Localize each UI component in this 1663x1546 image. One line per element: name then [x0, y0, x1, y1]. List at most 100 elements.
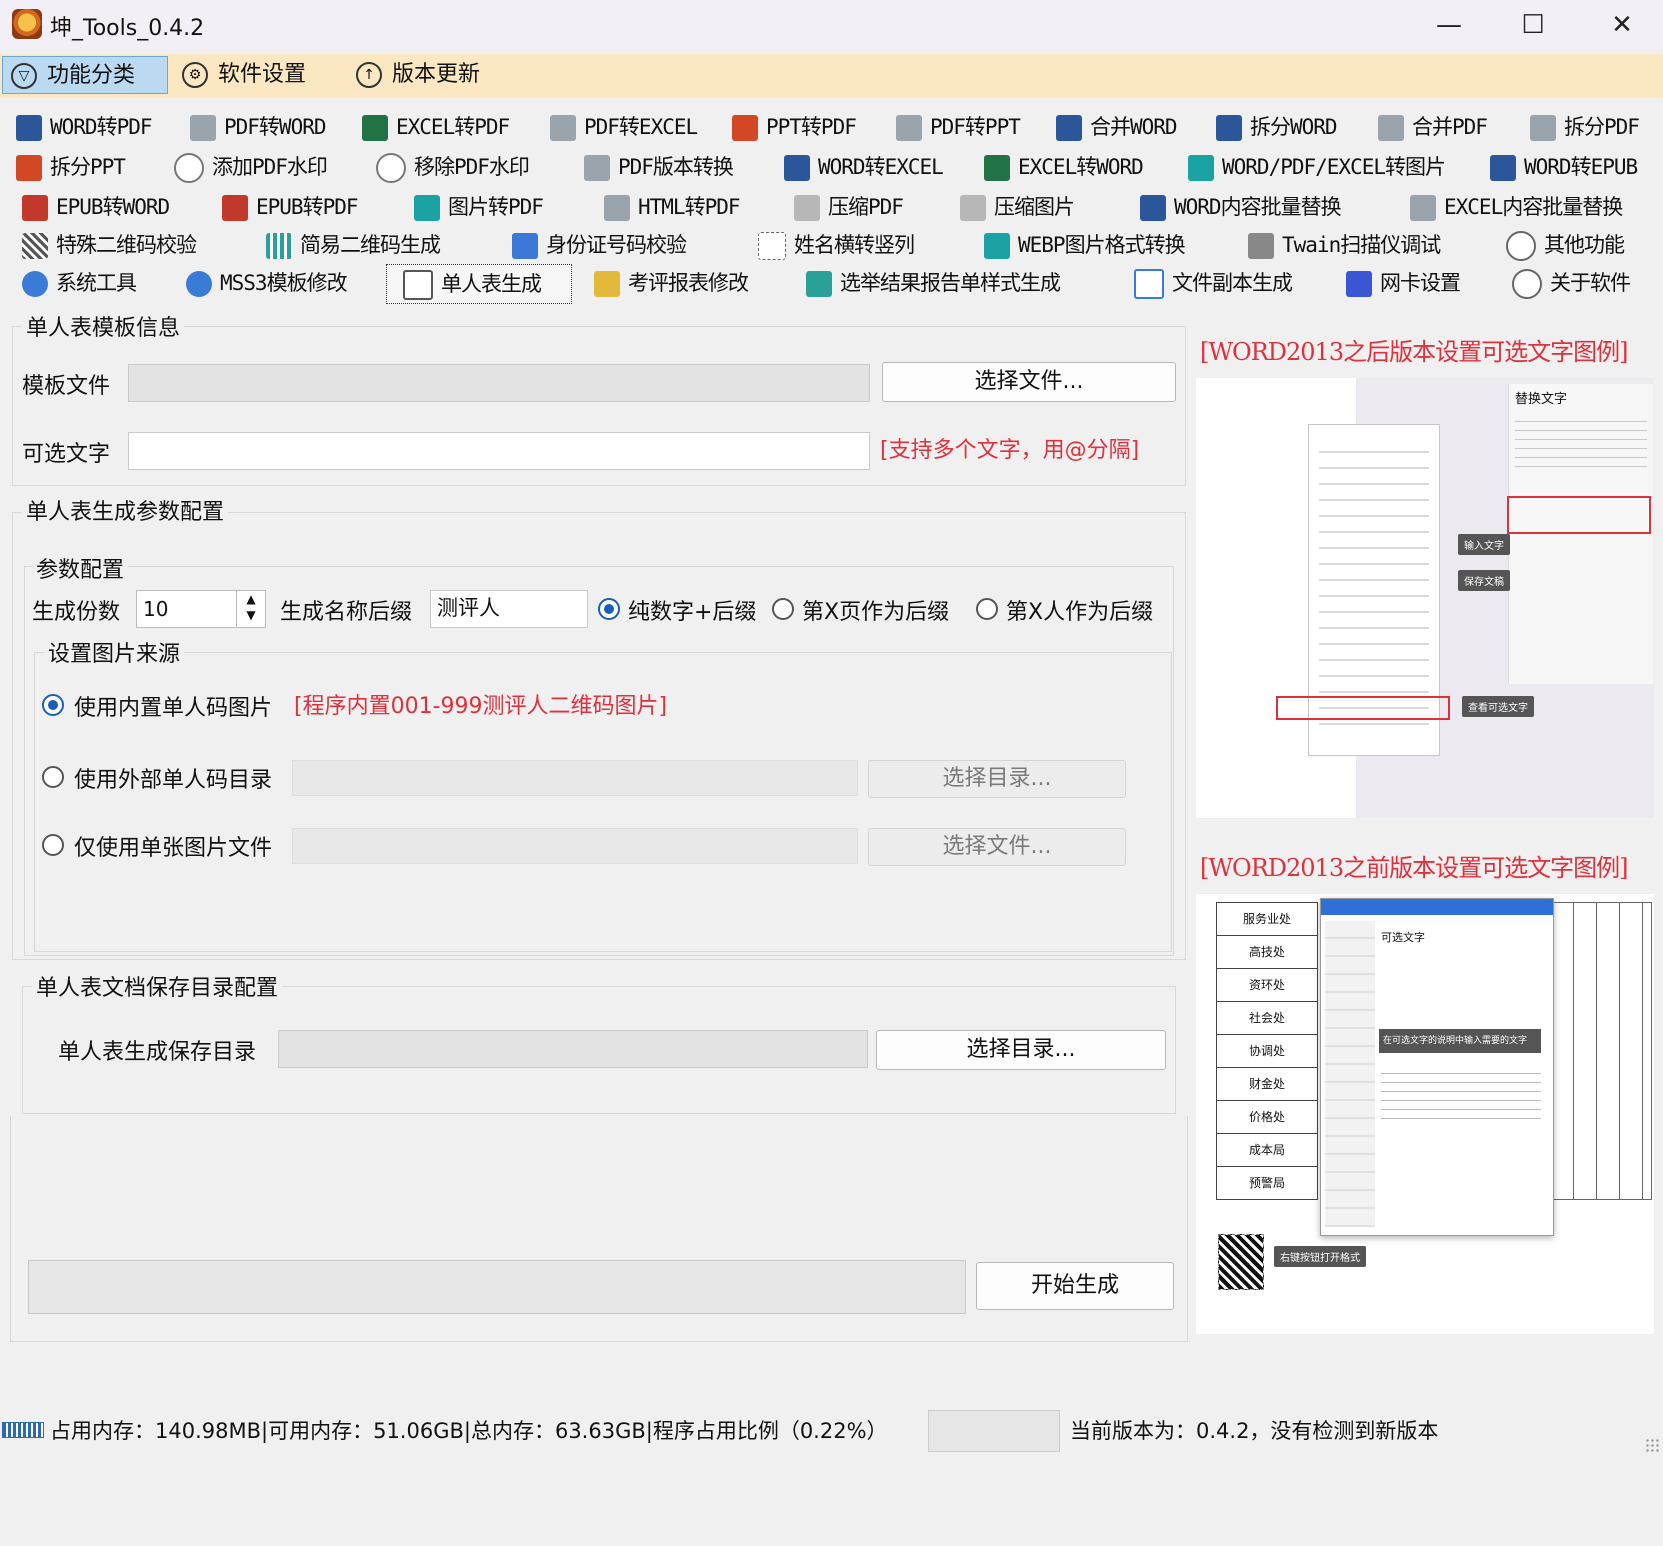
suffix-option-numeric-radio[interactable] [598, 598, 620, 620]
tool-split-pdf[interactable]: 拆分PDF [1530, 108, 1640, 146]
image-single-file-radio[interactable] [42, 834, 64, 856]
tool-merge-word[interactable]: 合并WORD [1056, 108, 1178, 146]
start-generate-button[interactable]: 开始生成 [976, 1262, 1174, 1310]
report-icon [594, 271, 620, 297]
stepper-arrows-icon[interactable]: ▲ ▼ [236, 591, 265, 627]
tool-twain-scanner[interactable]: Twain扫描仪调试 [1248, 226, 1441, 264]
menu-bar: ▽ 功能分类 ⚙ 软件设置 ↑ 版本更新 [0, 54, 1663, 98]
tool-label: HTML转PDF [638, 195, 741, 219]
tool-evaluation-report-edit[interactable]: 考评报表修改 [594, 264, 749, 302]
tool-other-functions[interactable]: 其他功能 [1506, 226, 1625, 264]
maximize-button[interactable]: ☐ [1508, 6, 1558, 44]
tool-pdf-to-ppt[interactable]: PDF转PPT [896, 108, 1021, 146]
tool-ppt-to-pdf[interactable]: PPT转PDF [732, 108, 857, 146]
suffix-input[interactable]: 测评人 [430, 590, 588, 628]
tool-compress-pdf[interactable]: 压缩PDF [794, 188, 904, 226]
tool-mss3-template-edit[interactable]: MSS3模板修改 [186, 264, 348, 302]
qr-code-icon [22, 233, 48, 259]
select-single-file-button[interactable]: 选择文件... [868, 828, 1126, 866]
tool-split-word[interactable]: 拆分WORD [1216, 108, 1338, 146]
tool-single-sheet-generate[interactable]: 单人表生成 [386, 264, 572, 304]
suffix-option-page-radio[interactable] [772, 598, 794, 620]
tool-label: PDF版本转换 [618, 155, 734, 179]
menu-label: 功能分类 [47, 63, 136, 88]
select-save-dir-button[interactable]: 选择目录... [876, 1030, 1166, 1070]
single-file-field[interactable] [292, 828, 858, 864]
tool-label: WORD转EPUB [1524, 155, 1638, 179]
tool-image-to-pdf[interactable]: 图片转PDF [414, 188, 544, 226]
tool-pdf-version-convert[interactable]: PDF版本转换 [584, 148, 734, 186]
tool-remove-pdf-watermark[interactable]: 移除PDF水印 [376, 148, 530, 186]
tool-add-pdf-watermark[interactable]: 添加PDF水印 [174, 148, 328, 186]
tool-label: 压缩图片 [994, 195, 1075, 219]
tool-html-to-pdf[interactable]: HTML转PDF [604, 188, 741, 226]
image-builtin-radio[interactable] [42, 694, 64, 716]
tool-simple-qr-generate[interactable]: 简易二维码生成 [266, 226, 441, 264]
image-external-dir-label: 使用外部单人码目录 [74, 768, 273, 793]
compress-icon [960, 195, 986, 221]
tool-excel-batch-replace[interactable]: EXCEL内容批量替换 [1410, 188, 1623, 226]
tool-excel-to-word[interactable]: EXCEL转WORD [984, 148, 1144, 186]
tool-label: 合并WORD [1090, 115, 1178, 139]
pdf-icon [1530, 115, 1556, 141]
tool-label: 压缩PDF [828, 195, 904, 219]
tool-doc-to-image[interactable]: WORD/PDF/EXCEL转图片 [1188, 148, 1446, 186]
select-external-dir-button[interactable]: 选择目录... [868, 760, 1126, 798]
suffix-option-person-radio[interactable] [976, 598, 998, 620]
table-row: 成本局 [1217, 1134, 1317, 1167]
resize-grip-icon[interactable] [1645, 1438, 1659, 1452]
tool-special-qr-check[interactable]: 特殊二维码校验 [22, 226, 197, 264]
menu-software-settings[interactable]: ⚙ 软件设置 [174, 56, 344, 94]
epub-icon [222, 195, 248, 221]
tool-label: 考评报表修改 [628, 271, 749, 295]
select-template-file-button[interactable]: 选择文件... [882, 362, 1176, 402]
tool-pdf-to-word[interactable]: PDF转WORD [190, 108, 327, 146]
tool-compress-image[interactable]: 压缩图片 [960, 188, 1075, 226]
tool-name-horizontal-to-vertical[interactable]: 姓名横转竖列 [758, 226, 915, 264]
tool-word-to-epub[interactable]: WORD转EPUB [1490, 148, 1638, 186]
close-button[interactable]: ✕ [1597, 6, 1647, 44]
external-dir-field[interactable] [292, 760, 858, 796]
menu-label: 软件设置 [218, 62, 307, 87]
tool-label: 选举结果报告单样式生成 [840, 271, 1061, 295]
excel-icon [1410, 195, 1436, 221]
pdf-icon [584, 155, 610, 181]
tool-label: 网卡设置 [1380, 271, 1461, 295]
image-icon [414, 195, 440, 221]
tool-word-batch-replace[interactable]: WORD内容批量替换 [1140, 188, 1342, 226]
suffix-option-numeric-label: 纯数字+后缀 [628, 600, 757, 625]
tool-id-number-check[interactable]: 身份证号码校验 [512, 226, 687, 264]
tool-excel-to-pdf[interactable]: EXCEL转PDF [362, 108, 510, 146]
word-icon [16, 115, 42, 141]
menu-version-update[interactable]: ↑ 版本更新 [348, 56, 518, 94]
tool-merge-pdf[interactable]: 合并PDF [1378, 108, 1488, 146]
tool-split-ppt[interactable]: 拆分PPT [16, 148, 126, 186]
minimize-button[interactable]: — [1424, 6, 1474, 44]
tool-system-tools[interactable]: 系统工具 [22, 264, 137, 302]
tool-election-report-style[interactable]: 选举结果报告单样式生成 [806, 264, 1061, 302]
tool-network-card-settings[interactable]: 网卡设置 [1346, 264, 1461, 302]
tool-epub-to-pdf[interactable]: EPUB转PDF [222, 188, 359, 226]
image-single-file-label: 仅使用单张图片文件 [74, 836, 273, 861]
tool-label: 单人表生成 [441, 272, 542, 296]
tool-webp-convert[interactable]: WEBP图片格式转换 [984, 226, 1186, 264]
callout-right-click: 右键按钮打开格式 [1274, 1246, 1366, 1267]
tool-word-to-pdf[interactable]: WORD转PDF [16, 108, 153, 146]
tool-pdf-to-excel[interactable]: PDF转EXCEL [550, 108, 698, 146]
menu-function-category[interactable]: ▽ 功能分类 [2, 56, 168, 94]
optional-text-input[interactable] [128, 432, 870, 470]
template-file-label: 模板文件 [22, 374, 111, 399]
tool-about-software[interactable]: 关于软件 [1512, 264, 1631, 302]
word-icon [1056, 115, 1082, 141]
tool-file-copy-generate[interactable]: 文件副本生成 [1134, 264, 1293, 302]
gear-icon [186, 271, 212, 297]
template-file-field[interactable] [128, 364, 870, 402]
word-icon [1216, 115, 1242, 141]
arrow-up-icon: ↑ [356, 62, 382, 88]
copies-stepper[interactable]: 10 ▲ ▼ [136, 590, 266, 628]
save-dir-field[interactable] [278, 1030, 868, 1068]
image-external-dir-radio[interactable] [42, 766, 64, 788]
document-icon [403, 270, 433, 300]
tool-epub-to-word[interactable]: EPUB转WORD [22, 188, 170, 226]
tool-word-to-excel[interactable]: WORD转EXCEL [784, 148, 944, 186]
